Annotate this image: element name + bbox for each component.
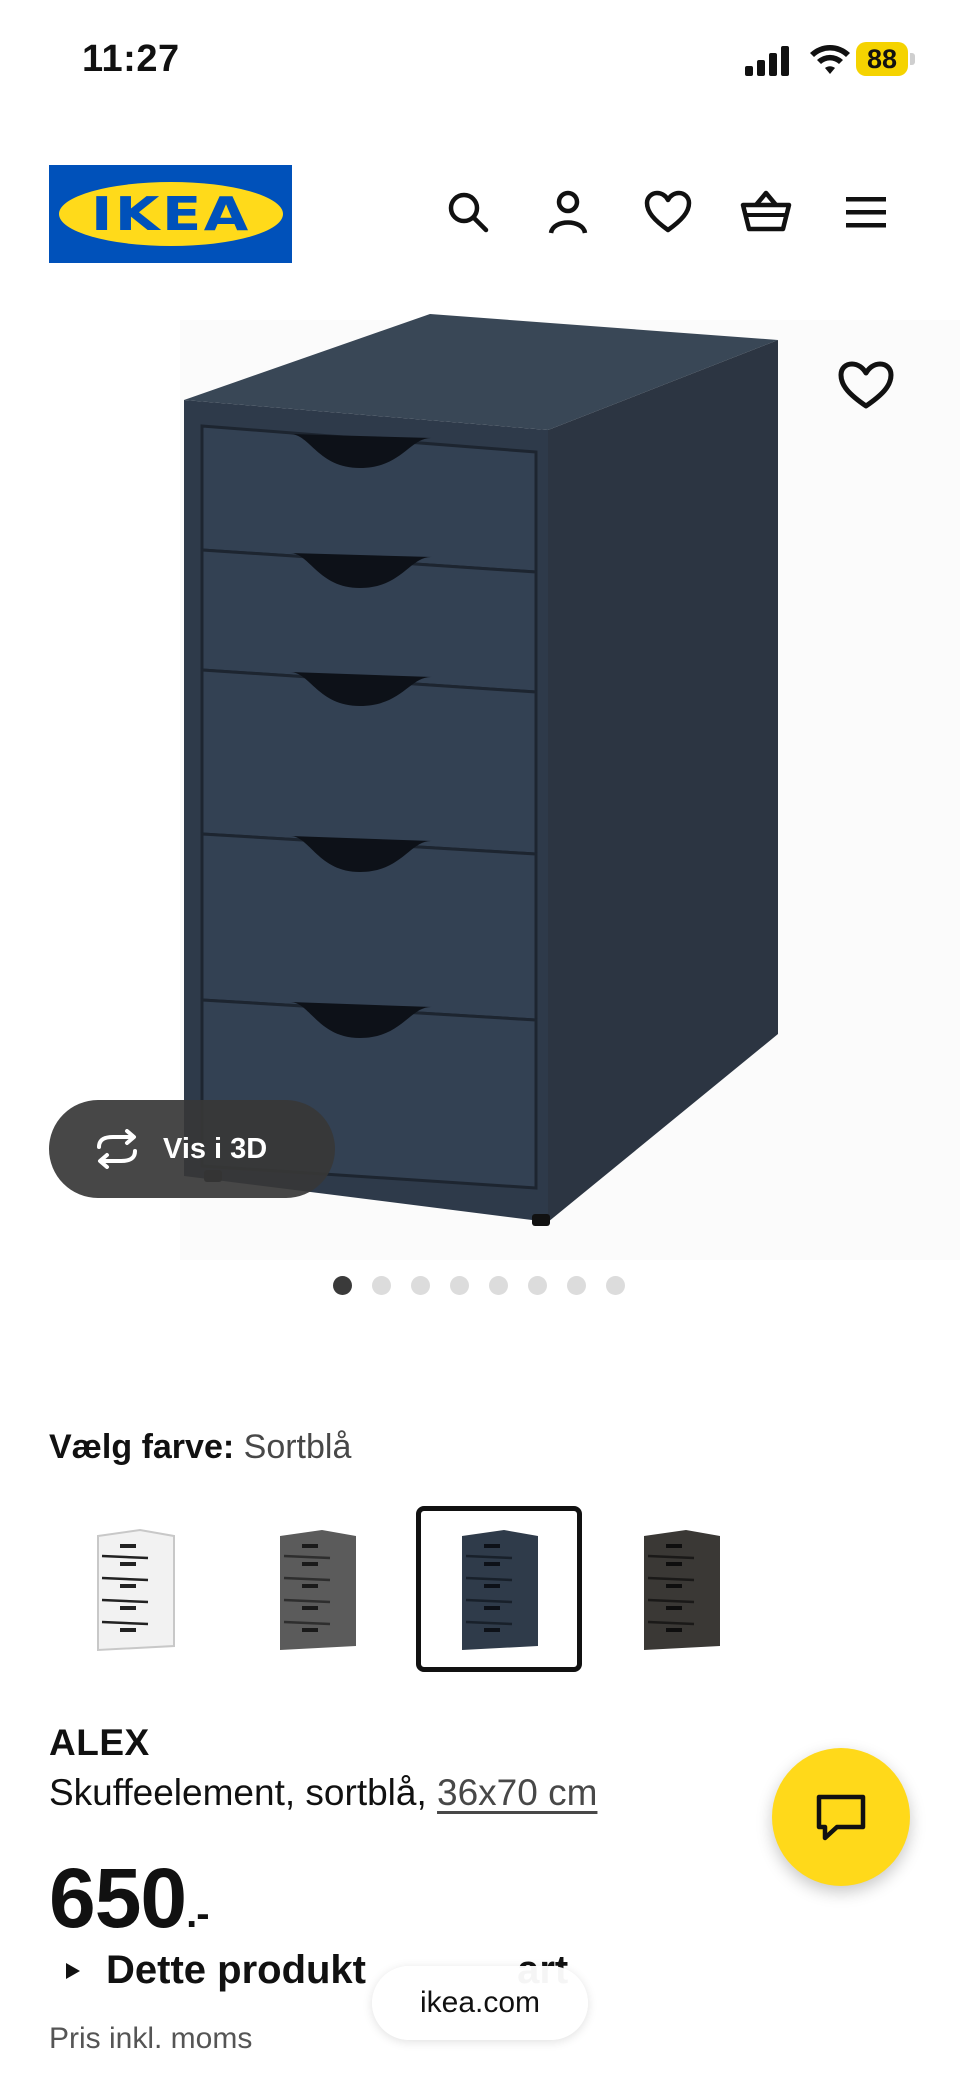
status-bar: 11:27 88: [0, 0, 960, 120]
color-label-title: Vælg farve:: [49, 1428, 235, 1466]
product-description: Skuffeelement, sortblå, 36x70 cm: [49, 1772, 597, 1814]
gallery-dot[interactable]: [333, 1276, 352, 1295]
gallery-pagination[interactable]: [333, 1276, 625, 1295]
menu-button[interactable]: [840, 186, 892, 238]
gallery-dot[interactable]: [489, 1276, 508, 1295]
vat-note: Pris inkl. moms: [49, 2022, 253, 2055]
browser-url: ikea.com: [419, 1986, 541, 2019]
view-3d-label: Vis i 3D: [163, 1132, 268, 1165]
swatch-image: [644, 1530, 720, 1650]
basket-button[interactable]: [740, 186, 792, 238]
basket-icon: [740, 190, 792, 232]
price-suffix: .-: [186, 1892, 209, 1936]
account-icon: [548, 190, 588, 234]
swatch-image: [97, 1528, 175, 1652]
product-price: 650.-: [49, 1850, 210, 1947]
gallery-dot[interactable]: [567, 1276, 586, 1295]
search-button[interactable]: [442, 186, 494, 238]
gallery-dot[interactable]: [606, 1276, 625, 1295]
product-size-link[interactable]: 36x70 cm: [437, 1772, 597, 1813]
signal-icon: [745, 46, 789, 76]
chat-button[interactable]: [772, 1748, 910, 1886]
price-value: 650: [49, 1851, 187, 1945]
gallery-dot[interactable]: [411, 1276, 430, 1295]
gallery-dot[interactable]: [372, 1276, 391, 1295]
add-to-wishlist-icon[interactable]: [836, 360, 896, 412]
swatch-image: [462, 1530, 538, 1650]
color-selector-label: Vælg farve: Sortblå: [49, 1428, 351, 1467]
color-swatch-gray[interactable]: [234, 1506, 400, 1672]
browser-url-bar[interactable]: ikea.com: [372, 1966, 588, 2040]
chat-icon: [816, 1794, 866, 1841]
ikea-logo[interactable]: IKEA: [49, 165, 292, 263]
status-time: 11:27: [82, 38, 180, 80]
wifi-icon: [810, 45, 850, 74]
rotate-3d-icon: [97, 1129, 137, 1169]
color-label-value: Sortblå: [243, 1428, 352, 1466]
heart-icon: [644, 190, 692, 233]
battery-indicator: 88: [856, 42, 916, 78]
swatch-image: [280, 1530, 356, 1650]
wishlist-button[interactable]: [642, 186, 694, 238]
color-swatch-dark-blue[interactable]: [416, 1506, 582, 1672]
menu-icon: [846, 197, 886, 228]
account-button[interactable]: [542, 186, 594, 238]
color-swatch-white[interactable]: [52, 1506, 218, 1672]
gallery-dot[interactable]: [528, 1276, 547, 1295]
gallery-dot[interactable]: [450, 1276, 469, 1295]
triangle-right-icon: [66, 1962, 80, 1979]
view-3d-button[interactable]: Vis i 3D: [49, 1100, 335, 1198]
battery-level: 88: [856, 42, 908, 76]
logo-text: IKEA: [90, 187, 251, 241]
search-icon: [448, 192, 489, 233]
product-description-text: Skuffeelement, sortblå,: [49, 1772, 438, 1813]
product-name: ALEX: [49, 1722, 150, 1763]
color-swatch-black-brown[interactable]: [598, 1506, 764, 1672]
